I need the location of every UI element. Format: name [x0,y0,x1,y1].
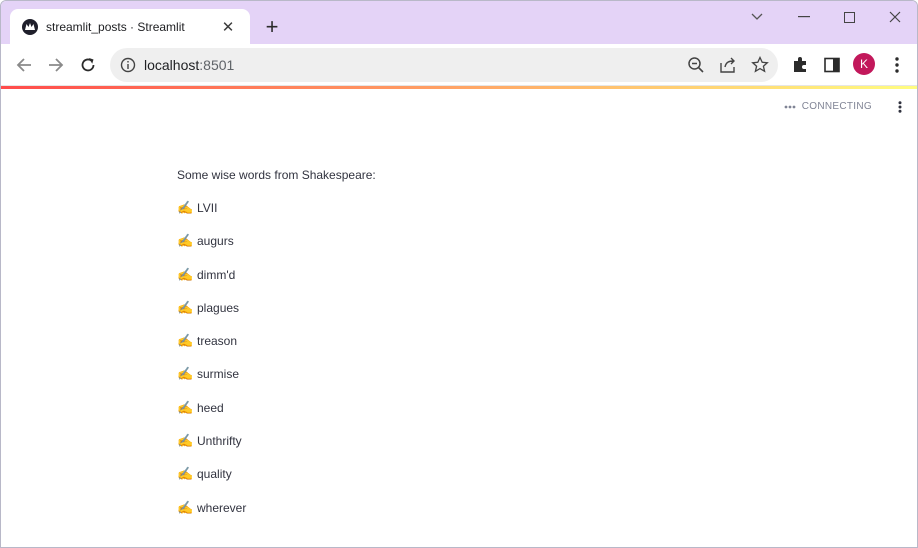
list-item: ✍️ quality [177,466,737,499]
writing-hand-icon: ✍️ [177,399,194,415]
browser-toolbar: localhost:8501 K [1,44,917,86]
tab-title: streamlit_posts · Streamlit [46,19,185,34]
browser-tab[interactable]: streamlit_posts · Streamlit ✕ [10,9,250,44]
status-text: CONNECTING [801,101,872,112]
word-text: dimm'd [197,267,236,282]
list-item: ✍️ surmise [177,366,737,399]
word-list: ✍️ LVII ✍️ augurs ✍️ dimm'd ✍️ plagues ✍️ treason… [177,200,737,533]
word-text: LVII [197,201,218,215]
word-text: wherever [197,500,247,515]
writing-hand-icon: ✍️ [177,233,194,249]
streamlit-favicon-icon [22,18,38,35]
word-text: Unthrifty [197,434,242,449]
new-tab-icon[interactable]: + [259,14,285,40]
word-text: heed [197,400,224,415]
list-item: ✍️ heed [177,400,737,433]
writing-hand-icon: ✍️ [177,200,194,215]
word-text: treason [197,334,238,349]
status-dots-icon [784,101,796,112]
reload-icon[interactable] [73,50,103,80]
tab-search-chevron-icon[interactable] [734,4,780,30]
word-text: augurs [197,234,234,249]
close-window-icon[interactable] [872,4,917,30]
list-item: ✍️ augurs [177,233,737,266]
bookmark-star-icon[interactable] [751,55,769,74]
forward-arrow-icon[interactable] [41,50,71,80]
list-item: ✍️ Unthrifty [177,433,737,466]
browser-menu-icon[interactable] [886,54,908,76]
intro-text: Some wise words from Shakespeare: [177,168,376,182]
browser-window: streamlit_posts · Streamlit ✕ + localhos… [0,0,918,548]
streamlit-main-menu-icon[interactable] [891,98,909,116]
streamlit-decoration-bar [1,86,917,89]
writing-hand-icon: ✍️ [177,433,194,449]
zoom-icon[interactable] [687,56,705,74]
profile-avatar[interactable]: K [853,53,875,75]
address-bar[interactable]: localhost:8501 [110,48,778,82]
minimize-icon[interactable] [781,4,827,30]
writing-hand-icon: ✍️ [177,333,194,349]
writing-hand-icon: ✍️ [177,299,194,315]
writing-hand-icon: ✍️ [177,366,194,382]
writing-hand-icon: ✍️ [177,266,194,282]
list-item: ✍️ plagues [177,300,737,333]
list-item: ✍️ LVII [177,200,737,233]
word-text: surmise [197,367,240,382]
main-content: Some wise words from Shakespeare: ✍️ LVII… [177,167,737,533]
tab-close-icon[interactable]: ✕ [218,17,238,37]
share-icon[interactable] [719,56,737,74]
url-text: localhost:8501 [144,57,234,73]
tab-strip: streamlit_posts · Streamlit ✕ + [1,1,917,44]
back-arrow-icon[interactable] [9,50,39,80]
url-host: localhost [144,57,200,73]
word-text: quality [197,467,232,482]
list-item: ✍️ wherever [177,500,737,533]
extensions-icon[interactable] [789,54,811,76]
word-text: plagues [197,300,240,315]
maximize-icon[interactable] [826,4,872,30]
writing-hand-icon: ✍️ [177,466,194,482]
side-panel-icon[interactable] [821,54,843,76]
list-item: ✍️ treason [177,333,737,366]
connection-status: CONNECTING [784,101,872,112]
url-port: :8501 [199,57,235,73]
site-info-icon[interactable] [120,57,136,78]
list-item: ✍️ dimm'd [177,267,737,300]
writing-hand-icon: ✍️ [177,499,194,515]
